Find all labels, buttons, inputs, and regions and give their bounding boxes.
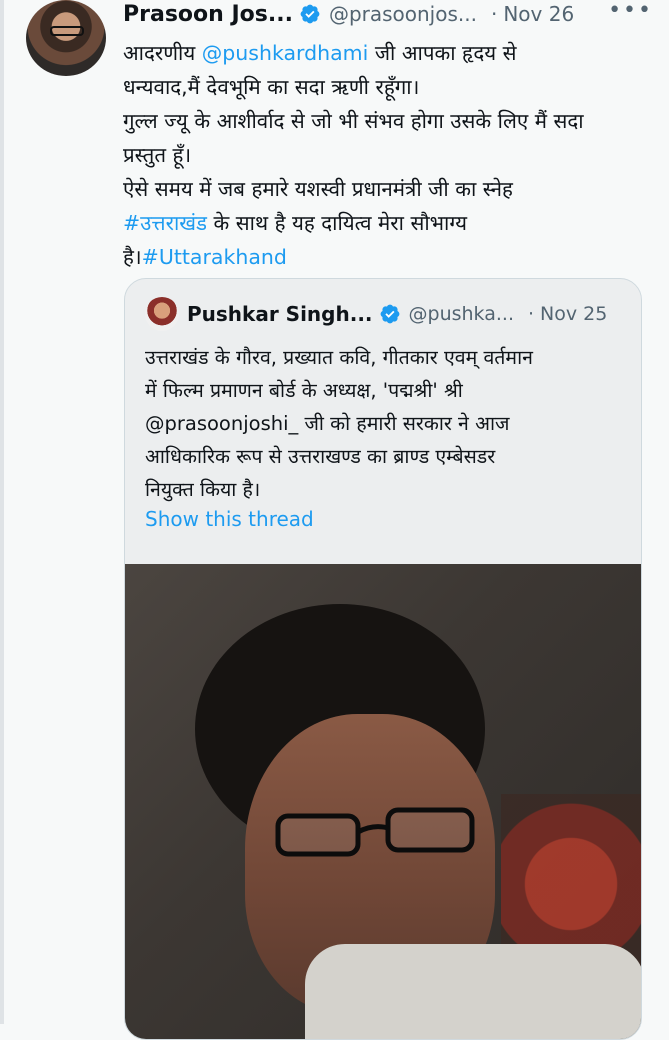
hashtag-link[interactable]: #Uttarakhand [142, 245, 287, 269]
tweet-line: है।#Uttarakhand [123, 240, 653, 274]
author-handle[interactable]: @prasoonjos... [329, 2, 477, 26]
photo-glasses [275, 807, 475, 857]
author-avatar[interactable] [26, 0, 106, 76]
tweet-text-segment: जी आपका हृदय से [368, 41, 517, 65]
header-separator: · [490, 2, 498, 26]
tweet-line: प्रस्तुत हूँ। [123, 138, 653, 172]
author-name[interactable]: Prasoon Jos... [123, 2, 293, 27]
quoted-line: में फिल्म प्रमाणन बोर्ड के अध्यक्ष, 'पद्… [145, 379, 463, 402]
tweet-line: आदरणीय @pushkardhami जी आपका हृदय से [123, 36, 653, 70]
tweet-text-segment: के साथ है यह दायित्व मेरा सौभाग्य [207, 211, 468, 235]
show-thread-link[interactable]: Show this thread [145, 507, 314, 531]
tweet-text-segment: आदरणीय [123, 41, 202, 65]
quoted-line: नियुक्त किया है। [145, 478, 261, 501]
quoted-header-separator: · [528, 303, 535, 325]
tweet-text-segment: ऐसे समय में जब हमारे यशस्वी प्रधानमंत्री… [123, 177, 513, 201]
tweet-view: Prasoon Jos... @prasoonjos... · Nov 26 •… [0, 0, 669, 1040]
tweet-line: ऐसे समय में जब हमारे यशस्वी प्रधानमंत्री… [123, 172, 653, 206]
photo-shirt [305, 944, 641, 1039]
quoted-line: @prasoonjoshi_ जी को हमारी सरकार ने आज [145, 412, 510, 435]
quoted-author-name[interactable]: Pushkar Singh... [187, 302, 373, 326]
mention-link[interactable]: @pushkardhami [202, 41, 369, 65]
tweet-line: धन्यवाद,मैं देवभूमि का सदा ऋणी रहूँगा। [123, 70, 653, 104]
verified-badge-icon [300, 4, 320, 24]
quoted-tweet-photo[interactable] [125, 564, 641, 1039]
hashtag-link[interactable]: #उत्तराखंड [123, 211, 207, 235]
tweet-line: #उत्तराखंड के साथ है यह दायित्व मेरा सौभ… [123, 206, 653, 240]
tweet-text-segment: है। [123, 245, 142, 269]
quoted-line: आधिकारिक रूप से उत्तराखण्ड का ब्राण्ड एम… [145, 445, 496, 468]
left-edge-divider [0, 0, 4, 1024]
tweet-text-segment: प्रस्तुत हूँ। [123, 143, 192, 167]
tweet-line: गुल्ल ज्यू के आशीर्वाद से जो भी संभव होग… [123, 104, 653, 138]
tweet-text-segment: धन्यवाद,मैं देवभूमि का सदा ऋणी रहूँगा। [123, 75, 420, 99]
more-horizontal-icon[interactable]: ••• [608, 0, 653, 23]
tweet-date[interactable]: Nov 26 [503, 2, 574, 26]
quoted-line: उत्तराखंड के गौरव, प्रख्यात कवि, गीतकार … [145, 346, 533, 369]
quoted-tweet-date[interactable]: Nov 25 [540, 303, 607, 325]
tweet-header: Prasoon Jos... @prasoonjos... · Nov 26 •… [123, 0, 653, 28]
tweet-body: आदरणीय @pushkardhami जी आपका हृदय से धन्… [123, 36, 653, 274]
tweet-text-segment: गुल्ल ज्यू के आशीर्वाद से जो भी संभव होग… [123, 109, 584, 133]
quoted-author-avatar[interactable] [145, 297, 179, 331]
quoted-author-handle[interactable]: @pushka... [409, 303, 514, 325]
quoted-tweet-card[interactable]: Pushkar Singh... @pushka... · Nov 25 उत्… [124, 278, 642, 1040]
verified-badge-icon [380, 304, 399, 324]
quoted-tweet-header: Pushkar Singh... @pushka... · Nov 25 [187, 299, 627, 329]
avatar-glasses-detail [50, 26, 84, 36]
quoted-tweet-body: उत्तराखंड के गौरव, प्रख्यात कवि, गीतकार … [145, 341, 635, 506]
